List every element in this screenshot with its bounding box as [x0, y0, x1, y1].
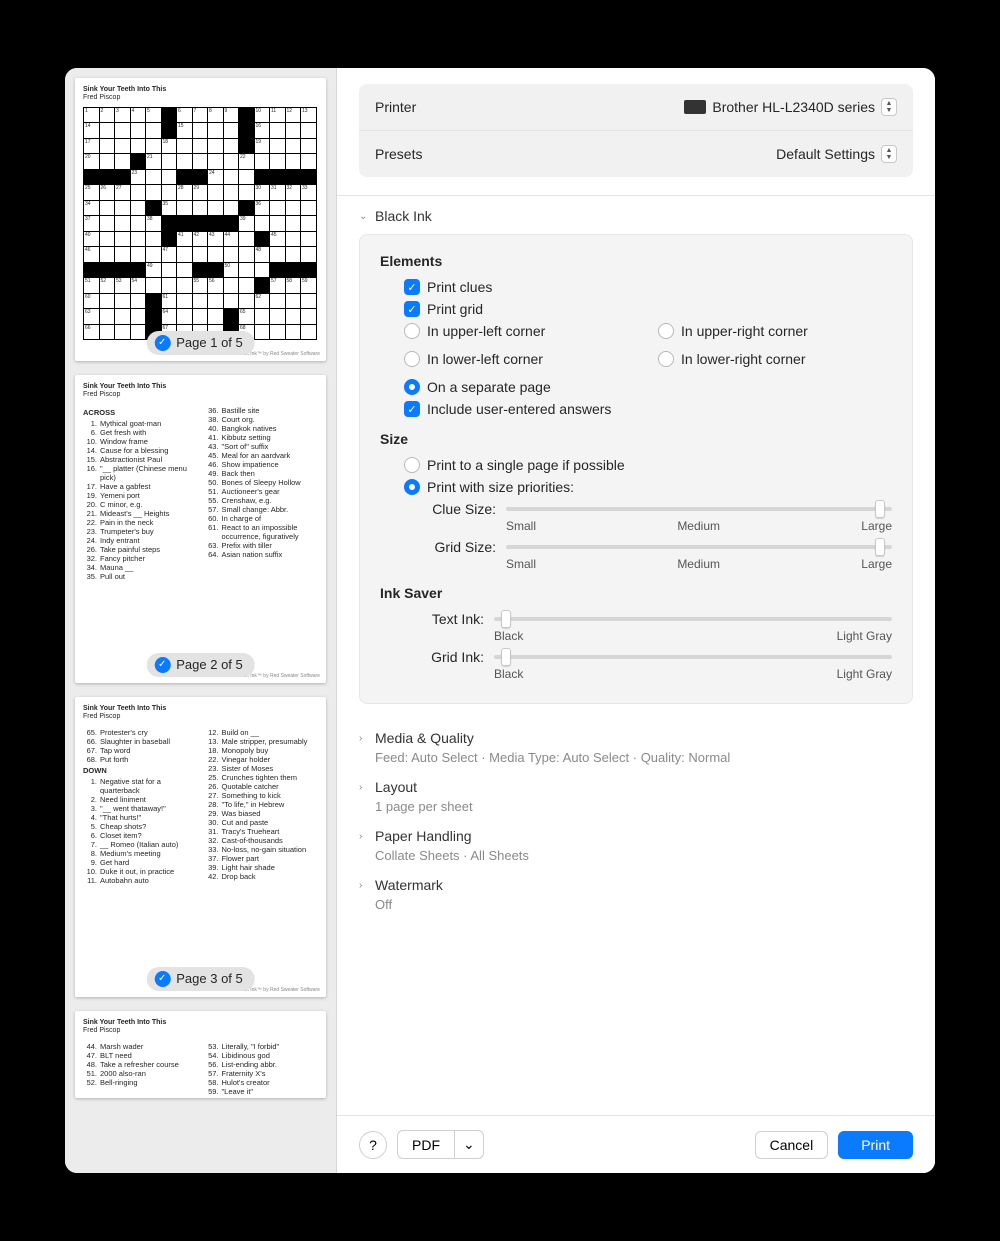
chevron-updown-icon[interactable]: ▲▼ — [881, 145, 897, 163]
chevron-right-icon: › — [359, 880, 369, 891]
page-thumb-3[interactable]: Sink Your Teeth Into This Fred Piscop 65… — [75, 697, 326, 997]
puzzle-title: Sink Your Teeth Into This — [83, 86, 318, 94]
section-sub-watermark: Off — [375, 897, 913, 912]
clue-size-label: Clue Size: — [424, 501, 496, 517]
check-icon: ✓ — [154, 971, 170, 987]
grid-ink-slider[interactable] — [494, 655, 892, 659]
puzzle-author: Fred Piscop — [83, 94, 318, 102]
page-badge-label: Page 1 of 5 — [176, 335, 243, 351]
radio-single-page[interactable] — [404, 457, 420, 473]
cancel-button[interactable]: Cancel — [755, 1131, 829, 1159]
print-dialog: Sink Your Teeth Into This Fred Piscop 12… — [65, 68, 935, 1173]
grid-size-slider[interactable] — [506, 545, 892, 549]
dialog-content: Sink Your Teeth Into This Fred Piscop 12… — [65, 68, 935, 1173]
puzzle-author: Fred Piscop — [83, 391, 318, 399]
presets-value: Default Settings — [776, 146, 875, 162]
puzzle-title: Sink Your Teeth Into This — [83, 1019, 318, 1027]
clue-columns: 44.Marsh wader47.BLT need48.Take a refre… — [83, 1042, 318, 1096]
section-header-watermark[interactable]: ›Watermark — [359, 877, 913, 893]
chevron-down-icon: ⌄ — [463, 1136, 475, 1152]
checkbox-print-clues[interactable]: ✓ — [404, 279, 420, 295]
top-settings-group: Printer Brother HL-L2340D series ▲▼ Pres… — [359, 84, 913, 177]
page-badge-3[interactable]: ✓ Page 3 of 5 — [146, 967, 255, 991]
printer-row[interactable]: Printer Brother HL-L2340D series ▲▼ — [359, 84, 913, 130]
print-button[interactable]: Print — [838, 1131, 913, 1159]
preview-pane: Sink Your Teeth Into This Fred Piscop 12… — [65, 68, 337, 1173]
clue-columns: ACROSS1.Mythical goat-man6.Get fresh wit… — [83, 406, 318, 581]
radio-lower-left[interactable] — [404, 351, 420, 367]
ink-saver-heading: Ink Saver — [380, 585, 892, 601]
clue-size-slider[interactable] — [506, 507, 892, 511]
grid-size-label: Grid Size: — [424, 539, 496, 555]
settings-pane: Printer Brother HL-L2340D series ▲▼ Pres… — [337, 68, 935, 1173]
check-icon: ✓ — [154, 335, 170, 351]
section-header-paper[interactable]: ›Paper Handling — [359, 828, 913, 844]
checkbox-print-grid[interactable]: ✓ — [404, 301, 420, 317]
page-badge-1[interactable]: ✓ Page 1 of 5 — [146, 331, 255, 355]
section-media-quality: ›Media & Quality Feed: Auto Select · Med… — [337, 718, 935, 767]
page-badge-2[interactable]: ✓ Page 2 of 5 — [146, 653, 255, 677]
text-ink-slider[interactable] — [494, 617, 892, 621]
page-badge-label: Page 2 of 5 — [176, 657, 243, 673]
checkbox-include-answers[interactable]: ✓ — [404, 401, 420, 417]
chevron-right-icon: › — [359, 782, 369, 793]
puzzle-author: Fred Piscop — [83, 713, 318, 721]
footer-bar: ? PDF ⌄ Cancel Print — [337, 1115, 935, 1173]
section-sub-layout: 1 page per sheet — [375, 799, 913, 814]
puzzle-author: Fred Piscop — [83, 1027, 318, 1035]
puzzle-title: Sink Your Teeth Into This — [83, 705, 318, 713]
section-black-ink: ⌄ Black Ink — [337, 196, 935, 226]
printer-icon — [684, 100, 706, 114]
radio-size-priorities[interactable] — [404, 479, 420, 495]
check-icon: ✓ — [154, 657, 170, 673]
section-header-black-ink[interactable]: ⌄ Black Ink — [359, 208, 913, 224]
puzzle-title: Sink Your Teeth Into This — [83, 383, 318, 391]
clue-columns: 65.Protester's cry66.Slaughter in baseba… — [83, 728, 318, 885]
grid-ink-label: Grid Ink: — [412, 649, 484, 665]
section-title: Black Ink — [375, 208, 432, 224]
pdf-button-menu[interactable]: ⌄ — [454, 1130, 484, 1159]
pdf-button-main[interactable]: PDF — [397, 1130, 454, 1159]
chevron-updown-icon[interactable]: ▲▼ — [881, 98, 897, 116]
radio-lower-right[interactable] — [658, 351, 674, 367]
section-layout: ›Layout 1 page per sheet — [337, 767, 935, 816]
chevron-down-icon: ⌄ — [359, 211, 369, 222]
section-watermark: ›Watermark Off — [337, 865, 935, 928]
text-ink-label: Text Ink: — [412, 611, 484, 627]
chevron-right-icon: › — [359, 733, 369, 744]
section-header-layout[interactable]: ›Layout — [359, 779, 913, 795]
section-header-media[interactable]: ›Media & Quality — [359, 730, 913, 746]
section-sub-media: Feed: Auto Select · Media Type: Auto Sel… — [375, 750, 913, 765]
black-ink-panel: Elements ✓Print clues ✓Print grid In upp… — [359, 234, 913, 704]
radio-separate-page[interactable] — [404, 379, 420, 395]
printer-value: Brother HL-L2340D series — [712, 99, 875, 115]
printer-label: Printer — [375, 99, 416, 115]
size-heading: Size — [380, 431, 892, 447]
section-sub-paper: Collate Sheets · All Sheets — [375, 848, 913, 863]
page-thumb-4[interactable]: Sink Your Teeth Into This Fred Piscop 44… — [75, 1011, 326, 1098]
help-button[interactable]: ? — [359, 1131, 387, 1159]
presets-label: Presets — [375, 146, 422, 162]
chevron-right-icon: › — [359, 831, 369, 842]
radio-upper-left[interactable] — [404, 323, 420, 339]
radio-upper-right[interactable] — [658, 323, 674, 339]
pdf-button[interactable]: PDF ⌄ — [397, 1130, 484, 1159]
elements-heading: Elements — [380, 253, 892, 269]
section-paper-handling: ›Paper Handling Collate Sheets · All She… — [337, 816, 935, 865]
crossword-grid: 1234567891011121314151617181920212223242… — [83, 107, 318, 341]
page-thumb-1[interactable]: Sink Your Teeth Into This Fred Piscop 12… — [75, 78, 326, 361]
presets-row[interactable]: Presets Default Settings ▲▼ — [359, 130, 913, 177]
page-thumb-2[interactable]: Sink Your Teeth Into This Fred Piscop AC… — [75, 375, 326, 683]
page-badge-label: Page 3 of 5 — [176, 971, 243, 987]
